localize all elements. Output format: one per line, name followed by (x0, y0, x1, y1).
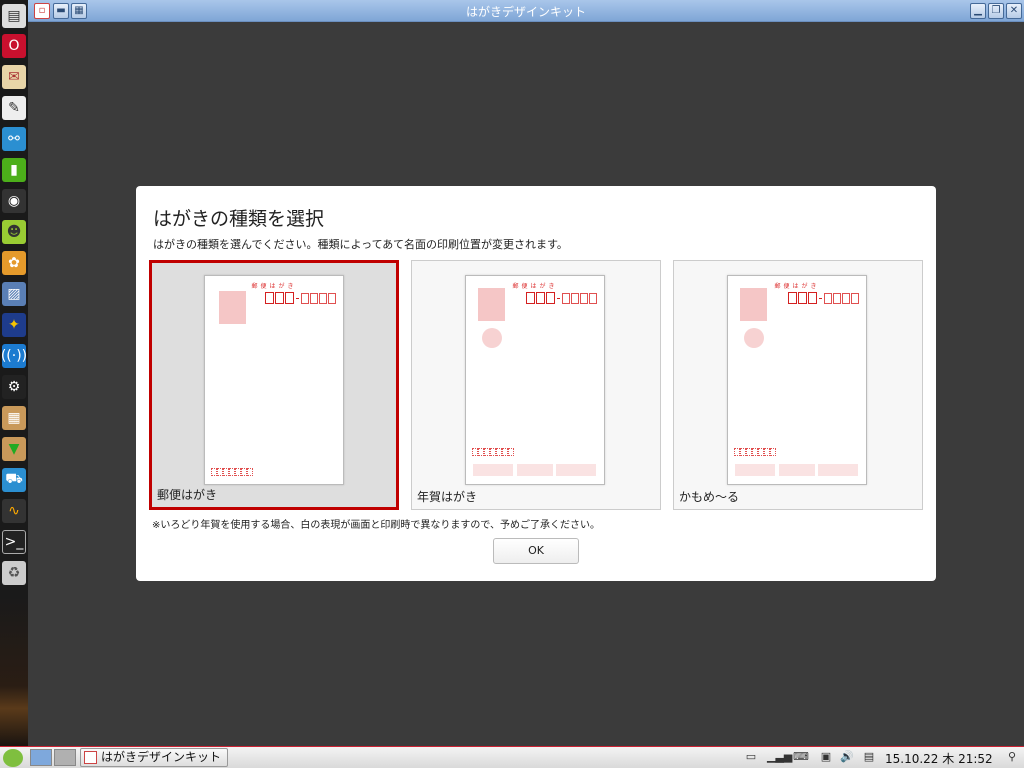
dock-wallpaper (0, 596, 28, 746)
window-title: はがきデザインキット (465, 5, 586, 19)
dialog-description: はがきの種類を選んでください。種類によってあて名面の印刷位置が変更されます。 (153, 238, 568, 251)
bug-app-icon[interactable]: ☻ (2, 220, 26, 244)
terminal-icon[interactable]: >_ (2, 530, 26, 554)
stamp-area (478, 288, 505, 321)
postcard-preview: 郵便はがき (465, 275, 605, 485)
lottery-number-area (818, 464, 858, 476)
image-viewer-icon[interactable]: ▨ (2, 282, 26, 306)
taskbar-window-label: はがきデザインキット (101, 750, 222, 764)
lottery-number-area (735, 464, 775, 476)
seal-circle (744, 328, 764, 348)
card-label: かもめ〜る (679, 490, 740, 504)
signal-strength-icon[interactable]: ▁▃▅ (767, 750, 792, 766)
notebook-icon[interactable]: ▮ (2, 158, 26, 182)
desktop-2-button[interactable] (54, 749, 76, 766)
camera-icon[interactable]: ◉ (2, 189, 26, 213)
lottery-number-area (556, 464, 596, 476)
ok-button[interactable]: OK (493, 538, 579, 564)
file-manager-icon[interactable]: ▤ (2, 4, 26, 28)
calendar-icon[interactable]: ▤ (860, 750, 878, 766)
lottery-number-area (473, 464, 513, 476)
maximize-button[interactable]: ❐ (988, 3, 1004, 19)
paint-app-icon[interactable]: ✿ (2, 251, 26, 275)
package-manager-icon[interactable]: ▦ (2, 406, 26, 430)
stamp-area (219, 291, 246, 324)
stamp-area (740, 288, 767, 321)
postcard-type-dialog: はがきの種類を選択 はがきの種類を選んでください。種類によってあて名面の印刷位置… (136, 186, 936, 581)
wireless-icon[interactable]: ((·)) (1, 344, 27, 368)
postcard-preview: 郵便はがき (204, 275, 344, 485)
application-dock: ▤ O ✉ ✎ ⚯ ▮ ◉ ☻ ✿ ▨ ✦ ((·)) ⚙ ▦ ▼ ⛟ ∿ >_… (0, 0, 28, 746)
system-monitor-icon[interactable]: ∿ (2, 499, 26, 523)
card-ordinary-postcard[interactable]: 郵便はがき 郵便はがき (149, 260, 399, 510)
card-kamomeru-postcard[interactable]: 郵便はがき かもめ〜る (673, 260, 923, 510)
close-button[interactable]: ✕ (1006, 3, 1022, 19)
search-icon[interactable]: ⚲ (1003, 750, 1021, 766)
connection-icon[interactable]: ⚯ (2, 127, 26, 151)
desktop-1-button[interactable] (30, 749, 52, 766)
postcard-app-icon (84, 751, 97, 764)
minimize-button[interactable]: ▁ (970, 3, 986, 19)
start-menu-icon[interactable] (3, 749, 23, 767)
zip-code-boxes (526, 292, 597, 304)
messenger-icon[interactable]: ✦ (2, 313, 26, 337)
postcard-preview: 郵便はがき (727, 275, 867, 485)
battery-icon[interactable]: ▭ (742, 750, 760, 766)
lottery-number-area (517, 464, 553, 476)
sender-zip-boxes (734, 448, 776, 456)
dialog-note: ※いろどり年賀を使用する場合、白の表現が画面と印刷時で異なりますので、予めご了承… (152, 520, 600, 531)
clock[interactable]: 15.10.22 木 21:52 (885, 750, 993, 767)
settings-gear-icon[interactable]: ⚙ (2, 375, 26, 399)
taskbar: はがきデザインキット ▭ ▁▃▅ ⌨ ▣ 🔊 ▤ 15.10.22 木 21:5… (0, 746, 1024, 768)
opera-browser-icon[interactable]: O (2, 34, 26, 58)
package-install-icon[interactable]: ▼ (2, 437, 26, 461)
lottery-number-area (779, 464, 815, 476)
card-label: 年賀はがき (417, 490, 478, 504)
sender-zip-boxes (211, 468, 253, 476)
window-title-bar[interactable]: ▫ ▬ ▦ はがきデザインキット ▁ ❐ ✕ (28, 0, 1024, 22)
keyboard-icon[interactable]: ⌨ (792, 750, 810, 766)
trash-icon[interactable]: ♻ (2, 561, 26, 585)
postcard-app-icon[interactable]: ✉ (2, 65, 26, 89)
zip-code-boxes (788, 292, 859, 304)
text-editor-icon[interactable]: ✎ (2, 96, 26, 120)
dialog-title: はがきの種類を選択 (153, 208, 325, 230)
card-new-year-postcard[interactable]: 郵便はがき 年賀はがき (411, 260, 661, 510)
sender-zip-boxes (472, 448, 514, 456)
seal-circle (482, 328, 502, 348)
taskbar-window-item[interactable]: はがきデザインキット (80, 748, 228, 767)
network-icon[interactable]: ▣ (817, 750, 835, 766)
postcard-header-text: 郵便はがき (251, 283, 297, 290)
shopping-cart-icon[interactable]: ⛟ (2, 468, 26, 492)
card-label: 郵便はがき (157, 488, 218, 502)
volume-icon[interactable]: 🔊 (838, 750, 856, 766)
zip-code-boxes (265, 292, 336, 304)
